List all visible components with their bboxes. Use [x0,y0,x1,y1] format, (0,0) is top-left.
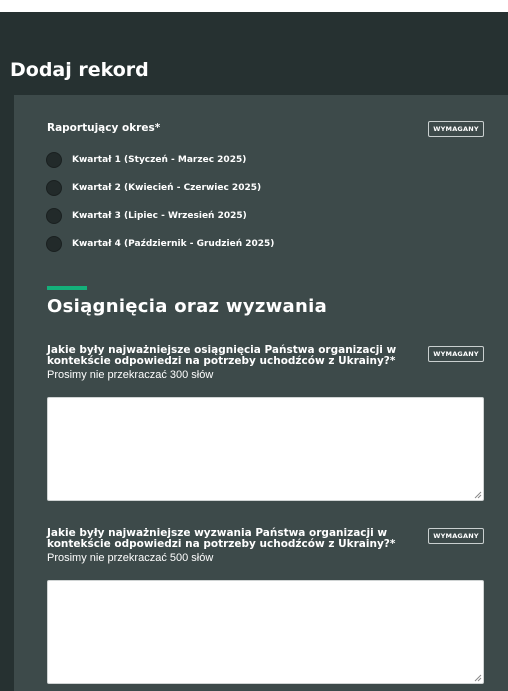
achievements-question: Jakie były najważniejsze osiągnięcia Pań… [47,345,417,367]
challenges-hint: Prosimy nie przekraczać 500 słów [47,552,214,564]
page-title: Dodaj rekord [10,59,149,81]
left-strip [0,95,14,691]
required-badge-challenges: WYMAGANY [428,528,484,544]
radio-label-q4[interactable]: Kwartał 4 (Październik - Grudzień 2025) [72,238,274,250]
radio-label-q3[interactable]: Kwartał 3 (Lipiec - Wrzesień 2025) [72,210,247,222]
achievements-textarea[interactable] [47,397,484,501]
challenges-textarea[interactable] [47,580,484,684]
radio-button-q4[interactable] [46,236,62,252]
challenges-question: Jakie były najważniejsze wyzwania Państw… [47,528,417,550]
add-record-page: Dodaj rekord Raportujący okres* WYMAGANY… [0,0,508,691]
radio-label-q2[interactable]: Kwartał 2 (Kwiecień - Czerwiec 2025) [72,182,261,194]
section-accent-bar [47,286,87,290]
reporting-period-label: Raportujący okres* [47,122,161,134]
radio-button-q3[interactable] [46,208,62,224]
challenges-question-line2: kontekście odpowiedzi na potrzeby uchodź… [47,538,396,550]
resize-handle-icon[interactable] [474,491,482,499]
achievements-hint: Prosimy nie przekraczać 300 słów [47,369,214,381]
section-title: Osiągnięcia oraz wyzwania [47,296,328,317]
radio-button-q2[interactable] [46,180,62,196]
resize-handle-icon[interactable] [474,674,482,682]
header: Dodaj rekord [0,12,508,95]
required-badge-achievements: WYMAGANY [428,346,484,362]
radio-button-q1[interactable] [46,152,62,168]
achievements-question-line2: kontekście odpowiedzi na potrzeby uchodź… [47,355,396,367]
radio-label-q1[interactable]: Kwartał 1 (Styczeń - Marzec 2025) [72,154,246,166]
required-badge-period: WYMAGANY [428,121,484,137]
